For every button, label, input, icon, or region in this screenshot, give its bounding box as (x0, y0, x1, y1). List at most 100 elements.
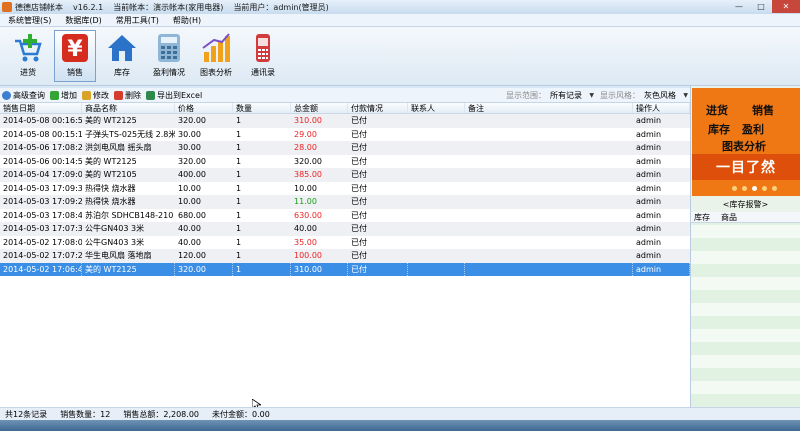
toolbar-sales-label: 销售 (67, 68, 83, 77)
menu-system[interactable]: 系统管理(S) (8, 15, 51, 26)
status-unpaid: 未付金额：0.00 (212, 409, 270, 419)
column-header-note[interactable]: 备注 (465, 103, 633, 113)
toolbar-chart-button[interactable]: 图表分析 (195, 30, 237, 82)
stock-alert-grid: 库存 商品 (691, 212, 800, 407)
banner-text-chart: 图表分析 (722, 140, 766, 153)
banner-dot-active[interactable] (752, 186, 757, 191)
app-icon (2, 2, 12, 12)
stock-column-stock[interactable]: 库存 (691, 212, 718, 222)
add-button[interactable]: 增加 (50, 90, 77, 101)
cell-price: 320.00 (178, 116, 206, 125)
add-icon (50, 90, 59, 100)
cell-total: 35.00 (294, 237, 317, 247)
grid-header: 销售日期 商品名称 价格 数量 总金额 付款情况 联系人 备注 操作人 (0, 103, 690, 114)
cell-product: 美的 WT2105 (85, 170, 137, 179)
table-row[interactable]: 2014-05-06 00:14:53 美的 WT2125 320.00 1 320.0… (0, 155, 690, 169)
column-header-price[interactable]: 价格 (175, 103, 233, 113)
promo-banner[interactable]: 进货 销售 库存 盈利 图表分析 一目了然 (692, 88, 800, 196)
cell-payment: 已付 (351, 197, 367, 206)
edit-button[interactable]: 修改 (82, 90, 109, 101)
banner-text-sales: 销售 (752, 104, 774, 117)
cell-qty: 1 (236, 197, 242, 206)
cart-plus-icon (15, 34, 42, 62)
table-row[interactable]: 2014-05-02 17:08:00 公牛GN403 3米 40.00 1 35.00… (0, 236, 690, 250)
style-select[interactable]: 灰色风格 ▼ (644, 90, 688, 101)
table-row[interactable]: 2014-05-06 17:08:26 洪剑电风扇 摇头扇 30.00 1 28.00 已… (0, 141, 690, 155)
cell-total: 100.00 (294, 251, 322, 260)
banner-dot[interactable] (762, 186, 767, 191)
stock-alert-header: 库存 商品 (691, 212, 800, 223)
cell-payment: 已付 (351, 116, 367, 125)
toolbar-purchase-label: 进货 (20, 68, 36, 77)
stock-alert-title: <库存报警> (722, 200, 769, 209)
cell-note (465, 155, 633, 169)
cell-contact (408, 168, 465, 182)
column-header-qty[interactable]: 数量 (233, 103, 291, 113)
table-row-selected[interactable]: 2014-05-02 17:06:49 美的 WT2125 320.00 1 310.0… (0, 262, 690, 276)
maximize-button[interactable]: □ (750, 0, 772, 13)
edit-label: 修改 (93, 90, 109, 100)
export-excel-button[interactable]: 导出到Excel (146, 90, 202, 101)
column-header-product[interactable]: 商品名称 (82, 103, 175, 113)
table-row[interactable]: 2014-05-08 00:15:17 子弹头TS-025无线 2.8米 30.00… (0, 128, 690, 142)
minimize-button[interactable]: — (728, 0, 750, 13)
banner-dot[interactable] (742, 186, 747, 191)
table-row[interactable]: 2014-05-03 17:08:46 苏泊尔 SDHCB148-210 680.0… (0, 209, 690, 223)
cell-note (465, 114, 633, 128)
delete-button[interactable]: 删除 (114, 90, 141, 101)
banner-dot[interactable] (772, 186, 777, 191)
cell-note (465, 209, 633, 223)
cell-price: 40.00 (178, 237, 201, 247)
column-header-date[interactable]: 销售日期 (0, 103, 82, 113)
cell-price: 400.00 (178, 170, 206, 179)
toolbar-chart-label: 图表分析 (200, 68, 232, 77)
column-header-total[interactable]: 总金额 (291, 103, 348, 113)
column-header-contact[interactable]: 联系人 (408, 103, 465, 113)
cell-note (465, 128, 633, 142)
menu-database[interactable]: 数据库(D) (65, 15, 101, 26)
table-row[interactable]: 2014-05-08 00:16:52 美的 WT2125 320.00 1 310.0… (0, 114, 690, 128)
column-header-payment[interactable]: 付款情况 (348, 103, 408, 113)
table-row[interactable]: 2014-05-04 17:09:03 美的 WT2105 400.00 1 385.0… (0, 168, 690, 182)
cell-price: 30.00 (178, 143, 201, 152)
stock-column-product[interactable]: 商品 (718, 212, 798, 222)
banner-slogan-box: 一目了然 (692, 154, 800, 180)
toolbar-profit-button[interactable]: 盈利情况 (148, 30, 190, 82)
banner-text-stock: 库存 (708, 123, 730, 136)
cell-operator: admin (636, 251, 662, 260)
cell-qty: 1 (236, 251, 242, 260)
status-bar: 共12条记录 销售数量：12 销售总额：2,208.00 未付金额：0.00 (0, 407, 800, 420)
toolbar-sales-button[interactable]: ¥ 销售 (54, 30, 96, 82)
range-select[interactable]: 所有记录 ▼ (550, 90, 594, 101)
house-icon (108, 35, 136, 61)
banner-dot[interactable] (732, 186, 737, 191)
menu-help[interactable]: 帮助(H) (173, 15, 201, 26)
cell-payment: 已付 (351, 251, 367, 260)
cell-date: 2014-05-03 17:09:38 (3, 183, 82, 193)
toolbar-inventory-label: 库存 (114, 68, 130, 77)
table-row[interactable]: 2014-05-02 17:07:24 华生电风扇 落地扇 120.00 1 100.0… (0, 249, 690, 263)
delete-label: 删除 (125, 90, 141, 100)
cell-date: 2014-05-03 17:07:39 (3, 224, 82, 233)
advanced-search-button[interactable]: 高级查询 (2, 90, 45, 101)
table-row[interactable]: 2014-05-03 17:09:38 热得快 烧水器 10.00 1 10.00 已付 a… (0, 182, 690, 196)
cell-contact (408, 249, 465, 263)
current-user: 当前用户：admin(管理员) (233, 2, 329, 12)
toolbar-contacts-button[interactable]: 通讯录 (242, 30, 284, 82)
cell-price: 40.00 (178, 224, 201, 233)
table-row[interactable]: 2014-05-03 17:09:20 热得快 烧水器 10.00 1 11.00 已付 a… (0, 195, 690, 209)
toolbar-inventory-button[interactable]: 库存 (101, 30, 143, 82)
cell-product: 公牛GN403 3米 (85, 237, 145, 247)
banner-text-profit: 盈利 (742, 123, 764, 136)
calculator-icon (158, 34, 180, 62)
cell-note (465, 141, 633, 155)
cell-qty: 1 (236, 183, 242, 193)
close-button[interactable]: ✕ (772, 0, 800, 13)
column-header-operator[interactable]: 操作人 (633, 103, 690, 113)
cell-operator: admin (636, 170, 662, 179)
menu-tools[interactable]: 常用工具(T) (116, 15, 159, 26)
cell-operator: admin (636, 237, 662, 247)
toolbar-purchase-button[interactable]: 进货 (7, 30, 49, 82)
table-row[interactable]: 2014-05-03 17:07:39 公牛GN403 3米 40.00 1 40.00… (0, 222, 690, 236)
main-toolbar: 进货 ¥ 销售 库存 盈利情况 图表分析 通讯录 (0, 27, 800, 86)
